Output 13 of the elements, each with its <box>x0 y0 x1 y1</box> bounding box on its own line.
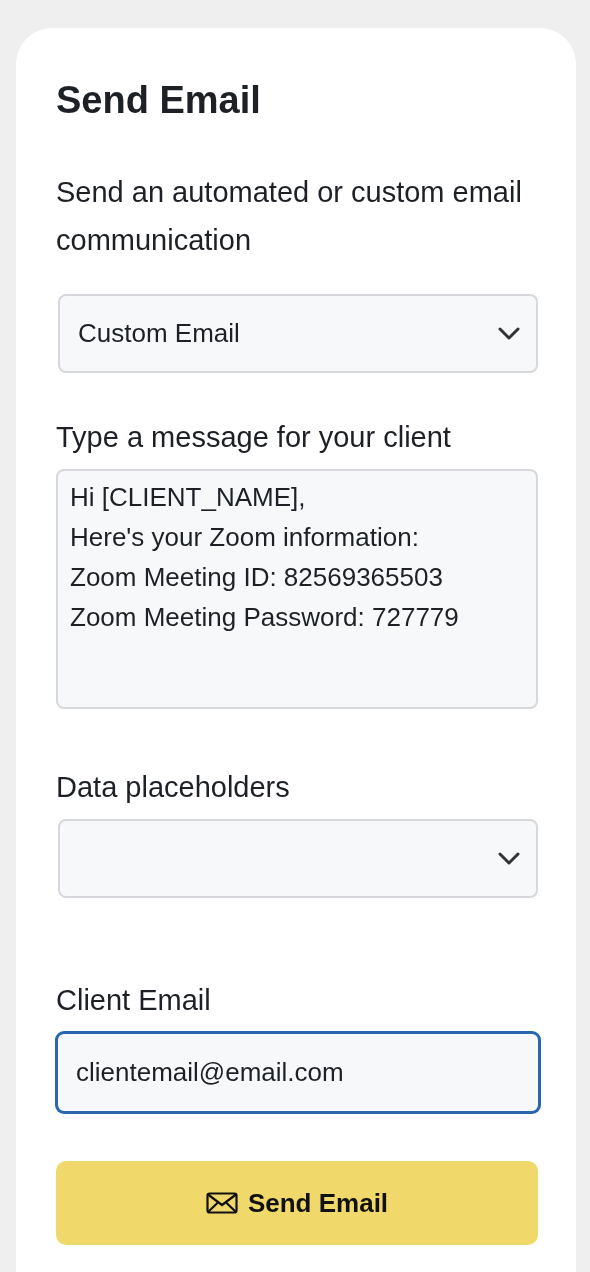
client-email-label: Client Email <box>56 983 212 1018</box>
envelope-icon <box>205 1192 238 1214</box>
chevron-down-icon <box>498 851 520 866</box>
placeholders-label: Data placeholders <box>56 770 291 805</box>
description-text: Send an automated or custom email communication <box>56 175 523 258</box>
send-email-button[interactable]: Send Email <box>56 1161 538 1245</box>
placeholders-select[interactable] <box>58 819 538 898</box>
message-label: Type a message for your client <box>56 420 452 455</box>
page-title: Send Email <box>56 78 262 123</box>
email-type-select[interactable]: Custom Email <box>58 294 538 373</box>
client-email-field[interactable]: clientemail@email.com <box>56 1032 540 1113</box>
message-field[interactable]: Hi [CLIENT_NAME], Here's your Zoom information: Zoom Meeting ID: 82569365503 Zoom Meeting Password: 727779 <box>56 469 538 709</box>
chevron-down-icon <box>498 326 520 341</box>
